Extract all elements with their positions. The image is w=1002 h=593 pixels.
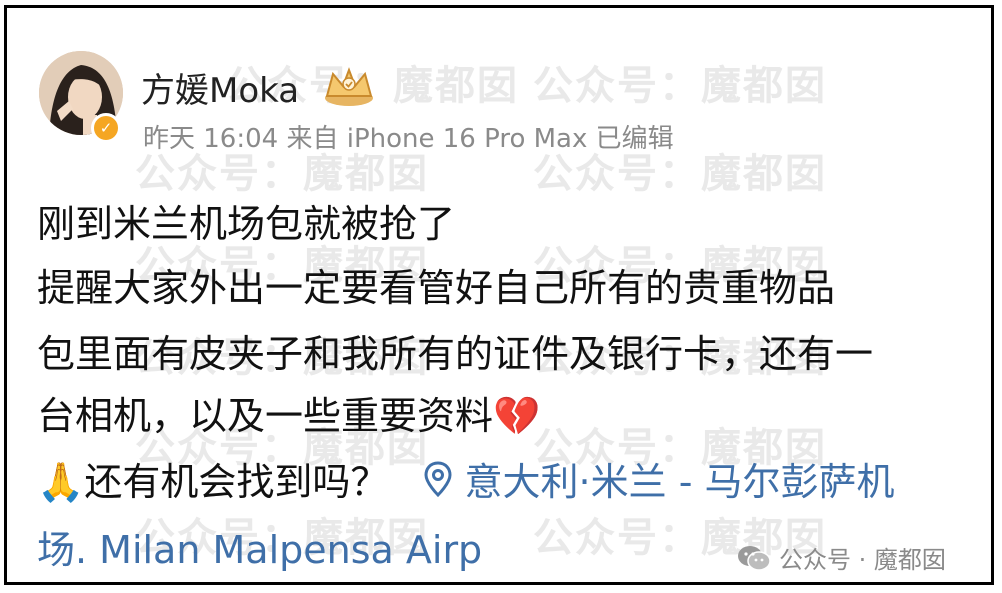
location-pin-icon	[424, 461, 452, 498]
wechat-icon	[738, 545, 771, 571]
post-line-1: 刚到米兰机场包就被抢了	[37, 202, 456, 246]
location-link[interactable]: 意大利·米兰 - 马尔彭萨机	[424, 460, 894, 504]
screenshot-frame: 公众号：魔都囡 公众号：魔都囡 公众号：魔都囡 公众号：魔都囡 公众号：魔都囡 …	[4, 5, 994, 585]
location-text-part1: 意大利·米兰 - 马尔彭萨机	[464, 460, 895, 504]
watermark-2: 公众号：魔都囡	[533, 63, 827, 109]
location-text-part2[interactable]: 场. Milan Malpensa Airp	[37, 526, 482, 574]
verified-badge-icon: ✓	[91, 113, 121, 143]
post-line-3: 包里面有皮夹子和我所有的证件及银行卡，还有一	[37, 332, 874, 376]
post-line-5-text: 还有机会找到吗？	[84, 460, 389, 504]
footer-watermark: 公众号 · 魔都囡	[737, 540, 946, 575]
crown-icon[interactable]	[321, 64, 377, 108]
post-line-4-text: 台相机，以及一些重要资料	[37, 394, 494, 438]
post-line-4: 台相机，以及一些重要资料💔	[37, 392, 540, 440]
praying-hands-icon: 🙏	[37, 460, 85, 504]
post-line-5: 🙏还有机会找到吗？ 意大利·米兰 - 马尔彭萨机	[37, 458, 894, 506]
broken-heart-icon: 💔	[493, 394, 541, 438]
footer-watermark-text: 公众号 · 魔都囡	[779, 546, 946, 574]
username[interactable]: 方媛Moka	[141, 63, 299, 112]
post-meta: 昨天 16:04 来自 iPhone 16 Pro Max 已编辑	[143, 124, 674, 154]
post-line-2: 提醒大家外出一定要看管好自己所有的贵重物品	[37, 266, 836, 310]
